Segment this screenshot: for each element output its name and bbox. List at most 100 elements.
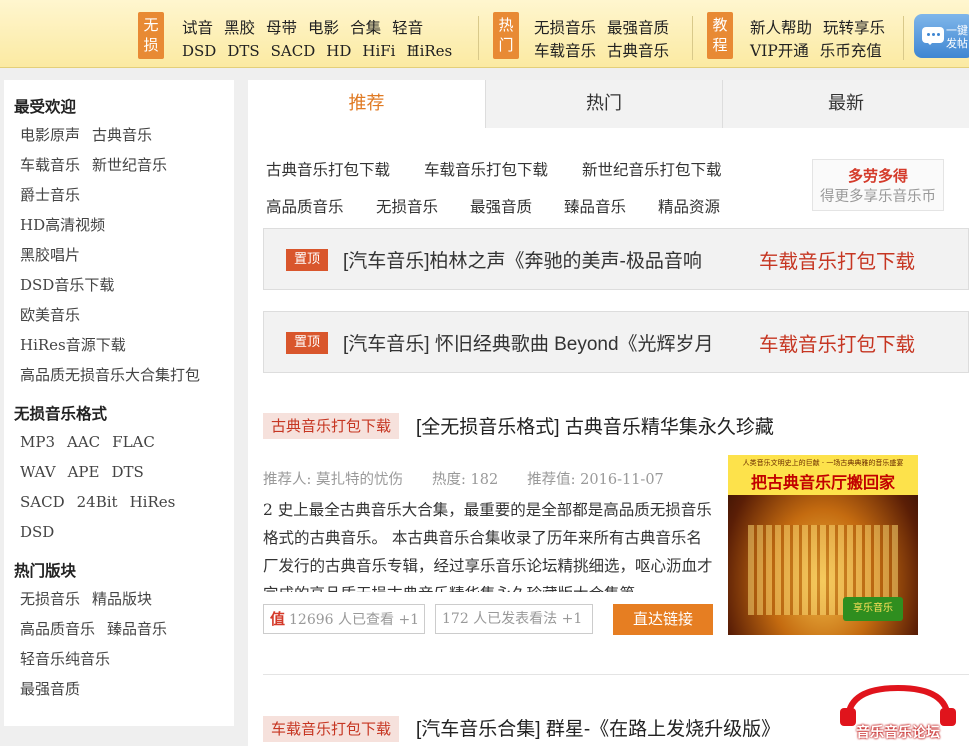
- tab-hot[interactable]: 热门: [485, 80, 722, 128]
- sidebar-section-title: 无损音乐格式: [14, 404, 108, 423]
- nav-divider: [692, 16, 693, 60]
- nav-row-tutorial-2: VIP开通 乐币充值: [750, 39, 893, 63]
- sidebar-link[interactable]: 欧美音乐: [20, 306, 80, 324]
- pinned-post-title[interactable]: [汽车音乐] 怀旧经典歌曲 Beyond《光辉岁月: [343, 329, 733, 356]
- comment-count: 172 人已发表看法 +1: [442, 611, 583, 627]
- tab-bar: 推荐 热门 最新: [248, 80, 969, 129]
- nav-link[interactable]: 试音: [182, 16, 213, 40]
- sidebar-section-formats: MP3 AAC FLAC WAV APE DTS SACD 24Bit HiRes DSD: [4, 427, 234, 547]
- sidebar-row: HiRes音源下载: [20, 330, 230, 360]
- nav-row-lossless-2: DSD DTS SACD HD HiFi HiRes: [182, 39, 463, 63]
- post-meta: 推荐人: 莫扎特的忧伤 热度: 182 推荐值: 2016-11-07: [263, 468, 693, 489]
- nav-link[interactable]: SACD: [271, 39, 316, 63]
- nav-link[interactable]: 玩转享乐: [823, 16, 885, 40]
- sidebar-link[interactable]: 最强音质: [20, 680, 80, 698]
- sidebar-link[interactable]: AAC: [67, 433, 100, 451]
- nav-link[interactable]: 新人帮助: [750, 16, 812, 40]
- pinned-post-category-link[interactable]: 车载音乐打包下载: [759, 245, 915, 274]
- nav-link[interactable]: DTS: [227, 39, 259, 63]
- sidebar-link[interactable]: 黑胶唱片: [20, 246, 80, 264]
- nav-link[interactable]: DSD: [182, 39, 216, 63]
- sidebar-link[interactable]: HD高清视频: [20, 216, 105, 234]
- album-cover-image[interactable]: 人类音乐文明史上的巨献 · 一场古典典雅的音乐盛宴 把古典音乐厅搬回家 享乐音乐: [728, 455, 918, 635]
- post-divider: [263, 674, 969, 675]
- quick-link-car-pack[interactable]: 车载音乐打包下载: [424, 158, 548, 180]
- nav-group-tag-tutorial[interactable]: 教程: [707, 12, 733, 59]
- nav-link[interactable]: 合集: [350, 16, 381, 40]
- view-count-box[interactable]: 值 12696 人已查看 +1: [263, 604, 425, 634]
- pinned-post[interactable]: 置顶 [汽车音乐] 怀旧经典歌曲 Beyond《光辉岁月 车载音乐打包下载: [263, 311, 969, 373]
- nav-link[interactable]: 无损音乐: [534, 16, 596, 40]
- nav-link[interactable]: 古典音乐: [607, 39, 669, 63]
- nav-divider: [478, 16, 479, 60]
- post-date: 推荐值: 2016-11-07: [527, 472, 664, 488]
- bonus-title: 多劳多得: [847, 167, 908, 185]
- sidebar-link[interactable]: DSD: [20, 523, 54, 541]
- sidebar-link[interactable]: 无损音乐: [20, 590, 80, 608]
- sidebar-link[interactable]: 新世纪音乐: [92, 156, 167, 174]
- nav-row-hot-1: 无损音乐 最强音质: [534, 16, 680, 40]
- pinned-post-title[interactable]: [汽车音乐]柏林之声《奔驰的美声-极品音响: [343, 246, 733, 273]
- sidebar-link[interactable]: HiRes: [130, 493, 176, 511]
- nav-link[interactable]: 母带: [266, 16, 297, 40]
- sidebar-link[interactable]: 古典音乐: [92, 126, 152, 144]
- sidebar-link[interactable]: MP3: [20, 433, 55, 451]
- sidebar-link[interactable]: APE: [68, 463, 100, 481]
- nav-link[interactable]: HD: [326, 39, 351, 63]
- post-title[interactable]: [汽车音乐合集] 群星-《在路上发烧升级版》: [416, 714, 780, 741]
- direct-link-button[interactable]: 直达链接: [613, 604, 713, 635]
- pinned-post[interactable]: 置顶 [汽车音乐]柏林之声《奔驰的美声-极品音响 车载音乐打包下载: [263, 228, 969, 290]
- sidebar-link[interactable]: 电影原声: [20, 126, 80, 144]
- nav-link[interactable]: 轻音: [392, 16, 423, 40]
- nav-link[interactable]: 电影: [308, 16, 339, 40]
- pinned-post-category-link[interactable]: 车载音乐打包下载: [759, 328, 915, 357]
- nav-row-tutorial-1: 新人帮助 玩转享乐: [750, 16, 896, 40]
- cover-stamp: 享乐音乐: [843, 597, 903, 621]
- post-category-badge[interactable]: 车载音乐打包下载: [263, 716, 400, 742]
- sidebar-row: 爵士音乐: [20, 180, 230, 210]
- quick-link-newage-pack[interactable]: 新世纪音乐打包下载: [582, 158, 722, 180]
- sidebar-link[interactable]: HiRes音源下载: [20, 336, 126, 354]
- quick-link-hq-music[interactable]: 高品质音乐: [266, 195, 344, 217]
- nav-group-tag-lossless[interactable]: 无损: [138, 12, 164, 59]
- quick-link-lossless[interactable]: 无损音乐: [376, 195, 438, 217]
- post-title[interactable]: [全无损音乐格式] 古典音乐精华集永久珍藏: [416, 412, 774, 439]
- sidebar-row: 黑胶唱片: [20, 240, 230, 270]
- sidebar-row: 轻音乐纯音乐: [20, 644, 230, 674]
- sidebar-link[interactable]: DTS: [111, 463, 143, 481]
- quick-post-label: 一键发帖: [946, 24, 968, 50]
- tab-latest[interactable]: 最新: [722, 80, 969, 128]
- sidebar-link[interactable]: WAV: [20, 463, 56, 481]
- sidebar-link[interactable]: 车载音乐: [20, 156, 80, 174]
- nav-link[interactable]: 最强音质: [607, 16, 669, 40]
- nav-link[interactable]: 乐币充值: [820, 39, 882, 63]
- sidebar-section-title: 最受欢迎: [14, 97, 77, 116]
- quick-link-selected-resources[interactable]: 精品资源: [658, 195, 720, 217]
- post-category-badge[interactable]: 古典音乐打包下载: [263, 413, 400, 439]
- nav-group-tag-hot[interactable]: 热门: [493, 12, 519, 59]
- sidebar-link[interactable]: 轻音乐纯音乐: [20, 650, 110, 668]
- bonus-promo-box[interactable]: 多劳多得 得更多享乐音乐币: [812, 159, 944, 211]
- tab-recommended[interactable]: 推荐: [248, 80, 485, 129]
- sidebar-link[interactable]: SACD: [20, 493, 65, 511]
- sidebar-link[interactable]: 24Bit: [77, 493, 118, 511]
- sidebar-link[interactable]: 臻品音乐: [107, 620, 167, 638]
- sidebar-link[interactable]: 精品版块: [92, 590, 152, 608]
- sidebar-link[interactable]: 高品质无损音乐大合集打包: [20, 366, 200, 384]
- post-excerpt: 2 史上最全古典音乐大合集，最重要的是全部都是高品质无损音乐格式的古典音乐。 本…: [263, 501, 713, 592]
- top-navigation-bar: 无损 试音 黑胶 母带 电影 合集 轻音 DSD DTS SACD HD HiFi HiRes 热门…: [0, 0, 969, 68]
- nav-link[interactable]: VIP开通: [750, 39, 809, 63]
- sidebar-row: 无损音乐 精品版块: [20, 584, 230, 614]
- comment-count-box[interactable]: 172 人已发表看法 +1: [435, 604, 593, 634]
- sidebar-link[interactable]: 爵士音乐: [20, 186, 80, 204]
- sidebar-link[interactable]: DSD音乐下载: [20, 276, 114, 294]
- nav-link[interactable]: 车载音乐: [534, 39, 596, 63]
- quick-link-classical-pack[interactable]: 古典音乐打包下载: [266, 158, 390, 180]
- nav-link[interactable]: HiFi: [362, 39, 395, 63]
- quick-link-best-quality[interactable]: 最强音质: [470, 195, 532, 217]
- quick-link-premium-music[interactable]: 臻品音乐: [564, 195, 626, 217]
- sidebar-link[interactable]: FLAC: [112, 433, 155, 451]
- sidebar-link[interactable]: 高品质音乐: [20, 620, 95, 638]
- quick-post-button[interactable]: 一键发帖: [914, 14, 969, 58]
- nav-link[interactable]: 黑胶: [224, 16, 255, 40]
